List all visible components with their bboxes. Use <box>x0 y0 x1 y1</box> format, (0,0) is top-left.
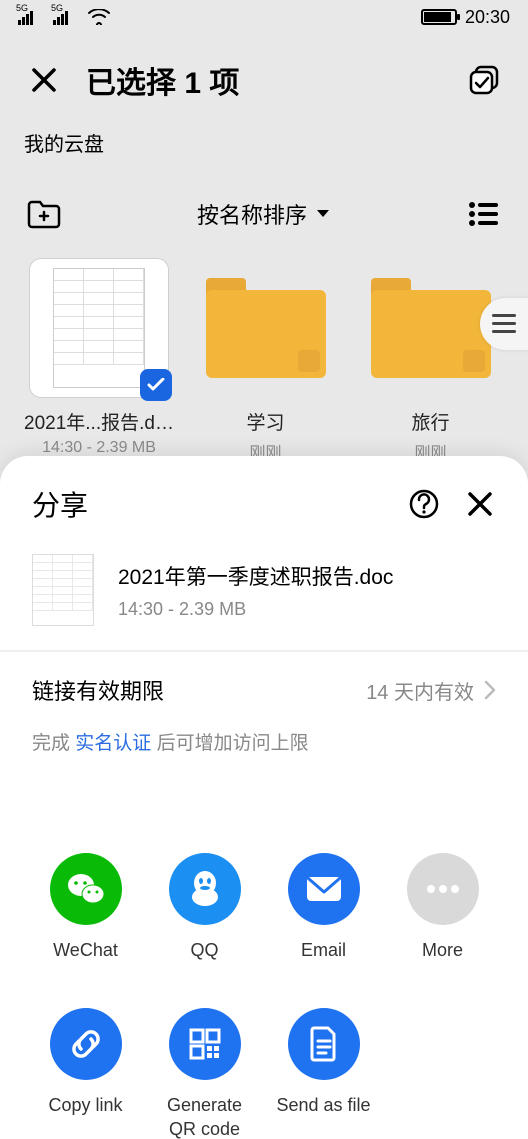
file-meta: 14:30 - 2.39 MB <box>42 439 156 457</box>
auth-note: 完成 实名认证 后可增加访问上限 <box>0 728 528 783</box>
toolbar: 按名称排序 <box>0 186 528 242</box>
file-name: 2021年...报告.doc <box>24 408 174 435</box>
sort-label: 按名称排序 <box>197 198 307 230</box>
new-folder-button[interactable] <box>24 194 64 234</box>
share-label: Copy link <box>48 1094 122 1117</box>
link-validity-label: 链接有效期限 <box>32 674 356 706</box>
qr-icon <box>169 1008 241 1080</box>
wifi-icon <box>88 9 110 25</box>
breadcrumb[interactable]: 我的云盘 <box>24 128 104 157</box>
signal-2-icon: 5G <box>53 11 68 25</box>
more-icon <box>407 853 479 925</box>
realname-auth-link[interactable]: 实名认证 <box>75 733 151 754</box>
doc-preview-icon <box>53 268 145 388</box>
view-toggle-button[interactable] <box>464 194 504 234</box>
status-bar: 5G 5G 20:30 <box>0 0 528 34</box>
file-tile[interactable]: 旅行 刚刚 <box>357 258 504 463</box>
sort-button[interactable]: 按名称排序 <box>64 198 464 230</box>
chevron-down-icon <box>315 208 331 220</box>
menu-icon <box>492 314 516 334</box>
link-icon <box>50 1008 122 1080</box>
sheet-file-text: 2021年第一季度述职报告.doc 14:30 - 2.39 MB <box>118 561 393 620</box>
sheet-title: 分享 <box>32 484 388 524</box>
link-validity-row[interactable]: 链接有效期限 14 天内有效 <box>0 652 528 728</box>
sheet-file-info: 2021年第一季度述职报告.doc 14:30 - 2.39 MB <box>0 536 528 650</box>
link-validity-value: 14 天内有效 <box>366 676 474 705</box>
clock: 20:30 <box>465 7 510 28</box>
screen: 5G 5G 20:30 已选择 1 项 我的云盘 <box>0 0 528 1139</box>
status-right: 20:30 <box>421 7 510 28</box>
selected-check-icon <box>140 369 172 401</box>
auth-prefix: 完成 <box>32 733 75 754</box>
battery-icon <box>421 9 457 25</box>
net-label-1: 5G <box>16 3 28 13</box>
action-qr-code[interactable]: Generate QR code <box>145 1008 264 1139</box>
share-label: Generate QR code <box>167 1094 242 1139</box>
action-copy-link[interactable]: Copy link <box>26 1008 145 1139</box>
share-label: Email <box>301 939 346 962</box>
file-icon <box>288 1008 360 1080</box>
share-grid: WeChat QQ Email More <box>0 783 528 1139</box>
folder-thumbnail <box>196 258 336 398</box>
status-left: 5G 5G <box>18 9 110 25</box>
file-grid: 2021年...报告.doc 14:30 - 2.39 MB 学习 刚刚 旅行 … <box>0 258 528 463</box>
share-label: QQ <box>190 939 218 962</box>
side-menu-button[interactable] <box>480 298 528 350</box>
share-email[interactable]: Email <box>264 853 383 962</box>
folder-icon <box>206 278 326 378</box>
doc-thumb-icon <box>32 554 94 626</box>
file-tile[interactable]: 2021年...报告.doc 14:30 - 2.39 MB <box>24 258 174 463</box>
share-wechat[interactable]: WeChat <box>26 853 145 962</box>
close-sheet-button[interactable] <box>460 484 500 524</box>
email-icon <box>288 853 360 925</box>
qq-icon <box>169 853 241 925</box>
share-label: More <box>422 939 463 962</box>
net-label-2: 5G <box>51 3 63 13</box>
chevron-right-icon <box>484 680 496 700</box>
file-tile[interactable]: 学习 刚刚 <box>192 258 339 463</box>
share-label: Send as file <box>276 1094 370 1117</box>
close-selection-button[interactable] <box>24 60 64 100</box>
help-button[interactable] <box>404 484 444 524</box>
share-sheet: 分享 2021年第一季度述职报告.doc 14:30 - 2.39 MB <box>0 456 528 1139</box>
selection-title: 已选择 1 项 <box>86 58 442 102</box>
signal-1-icon: 5G <box>18 11 33 25</box>
sheet-file-meta: 14:30 - 2.39 MB <box>118 599 393 620</box>
auth-suffix: 后可增加访问上限 <box>151 733 308 754</box>
share-qq[interactable]: QQ <box>145 853 264 962</box>
wechat-icon <box>50 853 122 925</box>
file-name: 旅行 <box>411 408 449 435</box>
sheet-header: 分享 <box>0 456 528 536</box>
file-thumbnail <box>29 258 169 398</box>
share-label: WeChat <box>53 939 118 962</box>
sheet-file-name: 2021年第一季度述职报告.doc <box>118 561 393 591</box>
action-send-file[interactable]: Send as file <box>264 1008 383 1139</box>
select-all-button[interactable] <box>464 60 504 100</box>
selection-header: 已选择 1 项 <box>0 50 528 110</box>
file-name: 学习 <box>246 408 284 435</box>
share-more[interactable]: More <box>383 853 502 962</box>
folder-icon <box>371 278 491 378</box>
